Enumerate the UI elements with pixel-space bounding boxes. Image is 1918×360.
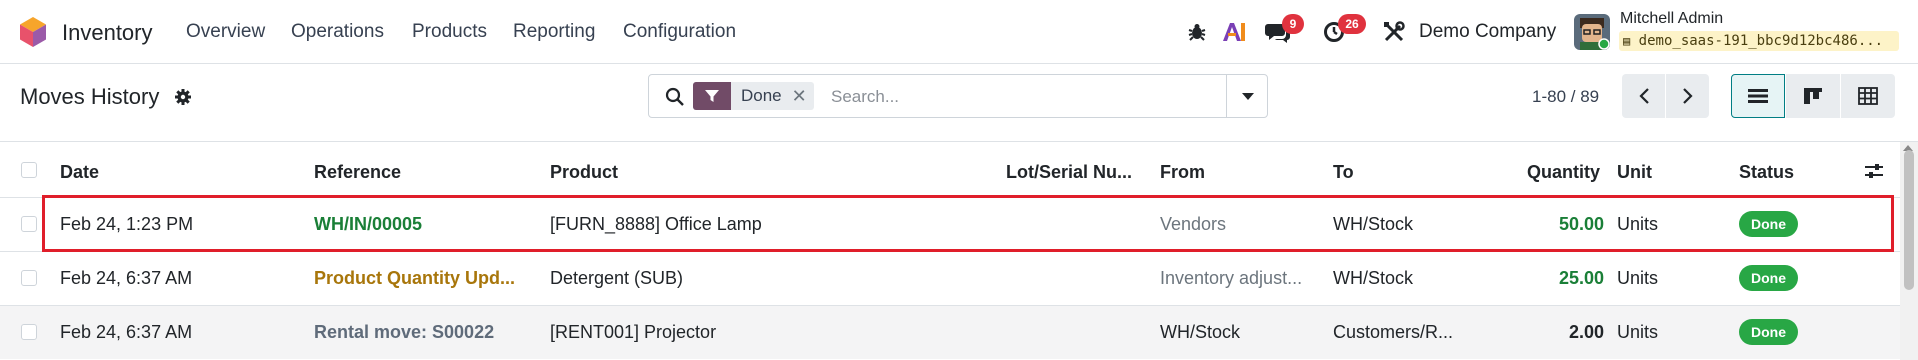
menu-products[interactable]: Products (412, 21, 487, 43)
column-header-to[interactable]: To (1333, 162, 1354, 183)
status-badge: Done (1739, 319, 1798, 345)
cell-reference[interactable]: Rental move: S00022 (314, 322, 494, 343)
cell-unit: Units (1617, 322, 1659, 342)
list-view-button[interactable] (1731, 74, 1785, 118)
column-header-lot-serial[interactable]: Lot/Serial Nu... (1006, 162, 1132, 183)
column-header-unit[interactable]: Unit (1617, 162, 1652, 183)
database-icon: ▤ (1623, 34, 1631, 48)
cell-product: Detergent (SUB) (550, 268, 684, 288)
cell-date: Feb 24, 1:23 PM (60, 214, 194, 234)
menu-configuration[interactable]: Configuration (623, 21, 736, 43)
pivot-table-icon (1858, 87, 1878, 105)
cell-unit: Units (1617, 214, 1659, 234)
cell-reference[interactable]: Product Quantity Upd... (314, 268, 515, 289)
pager-value[interactable]: 1-80 / 89 (1532, 87, 1599, 107)
kanban-view-button[interactable] (1786, 74, 1840, 118)
menu-operations[interactable]: Operations (291, 21, 384, 43)
column-header-status[interactable]: Status (1739, 162, 1794, 183)
cell-from: WH/Stock (1160, 322, 1241, 342)
cell-from: Vendors (1160, 214, 1227, 234)
cell-to: WH/Stock (1333, 214, 1414, 234)
search-bar: Done ✕ (648, 74, 1268, 118)
list-divider (0, 141, 1918, 142)
cell-date: Feb 24, 6:37 AM (60, 322, 193, 342)
kanban-view-icon (1804, 88, 1822, 104)
cell-quantity: 25.00 (1558, 268, 1604, 288)
chevron-left-icon (1638, 88, 1649, 104)
scrollbar-thumb[interactable] (1904, 150, 1914, 290)
facet-label: Done (741, 86, 782, 105)
messages-count-badge: 9 (1282, 14, 1304, 34)
cell-quantity: 50.00 (1558, 214, 1604, 234)
filter-icon (693, 82, 731, 110)
column-header-from[interactable]: From (1160, 162, 1205, 183)
database-name-tag: ▤ demo_saas-191_bbc9d12bc486... (1619, 31, 1899, 51)
page-title[interactable]: Moves History (20, 84, 159, 110)
facet-remove-icon[interactable]: ✕ (792, 86, 814, 107)
column-header-date[interactable]: Date (60, 162, 99, 183)
row-checkbox[interactable] (21, 270, 37, 286)
search-options-toggle[interactable] (1226, 74, 1268, 118)
status-badge: Done (1739, 211, 1798, 237)
database-name: demo_saas-191_bbc9d12bc486... (1638, 33, 1884, 49)
top-navbar: Inventory Overview Operations Products R… (0, 0, 1918, 64)
user-name[interactable]: Mitchell Admin (1620, 10, 1723, 28)
tools-icon[interactable] (1380, 18, 1408, 46)
row-checkbox[interactable] (21, 216, 37, 232)
gear-icon[interactable] (174, 88, 192, 111)
search-icon[interactable] (665, 87, 685, 112)
status-badge: Done (1739, 265, 1798, 291)
table-row[interactable]: Feb 24, 6:37 AM Rental move: S00022 [REN… (0, 305, 1900, 359)
inventory-app-icon[interactable] (20, 17, 46, 47)
cell-unit: Units (1617, 268, 1659, 288)
cell-reference[interactable]: WH/IN/00005 (314, 214, 422, 235)
optional-columns-toggle-icon[interactable] (1864, 162, 1884, 185)
search-facet-done: Done ✕ (693, 82, 814, 110)
company-switcher[interactable]: Demo Company (1419, 21, 1556, 43)
pager-previous-button[interactable] (1622, 74, 1665, 118)
ai-assistant-icon[interactable] (1220, 18, 1248, 46)
list-view-icon (1748, 89, 1768, 103)
menu-reporting[interactable]: Reporting (513, 21, 595, 43)
cell-from: Inventory adjust... (1160, 268, 1303, 288)
cell-date: Feb 24, 6:37 AM (60, 268, 193, 288)
column-header-reference[interactable]: Reference (314, 162, 401, 183)
cell-product: [RENT001] Projector (550, 322, 717, 342)
row-checkbox[interactable] (21, 324, 37, 340)
chevron-right-icon (1682, 88, 1693, 104)
select-all-checkbox[interactable] (21, 162, 37, 178)
search-input[interactable] (829, 83, 1263, 111)
app-name[interactable]: Inventory (62, 20, 153, 46)
cell-quantity: 2.00 (1568, 322, 1604, 342)
cell-to: Customers/R... (1333, 322, 1454, 342)
debug-bug-icon[interactable] (1183, 18, 1211, 46)
user-avatar[interactable] (1574, 14, 1610, 50)
pivot-view-button[interactable] (1841, 74, 1895, 118)
table-row[interactable]: Feb 24, 1:23 PM WH/IN/00005 [FURN_8888] … (0, 197, 1900, 251)
menu-overview[interactable]: Overview (186, 21, 265, 43)
cell-to: WH/Stock (1333, 268, 1414, 288)
activities-count-badge: 26 (1338, 14, 1366, 34)
cell-product: [FURN_8888] Office Lamp (550, 214, 762, 234)
caret-down-icon (1241, 92, 1254, 100)
pager-next-button[interactable] (1666, 74, 1709, 118)
column-header-quantity[interactable]: Quantity (1527, 162, 1600, 183)
table-row[interactable]: Feb 24, 6:37 AM Product Quantity Upd... … (0, 251, 1900, 305)
column-header-product[interactable]: Product (550, 162, 618, 183)
